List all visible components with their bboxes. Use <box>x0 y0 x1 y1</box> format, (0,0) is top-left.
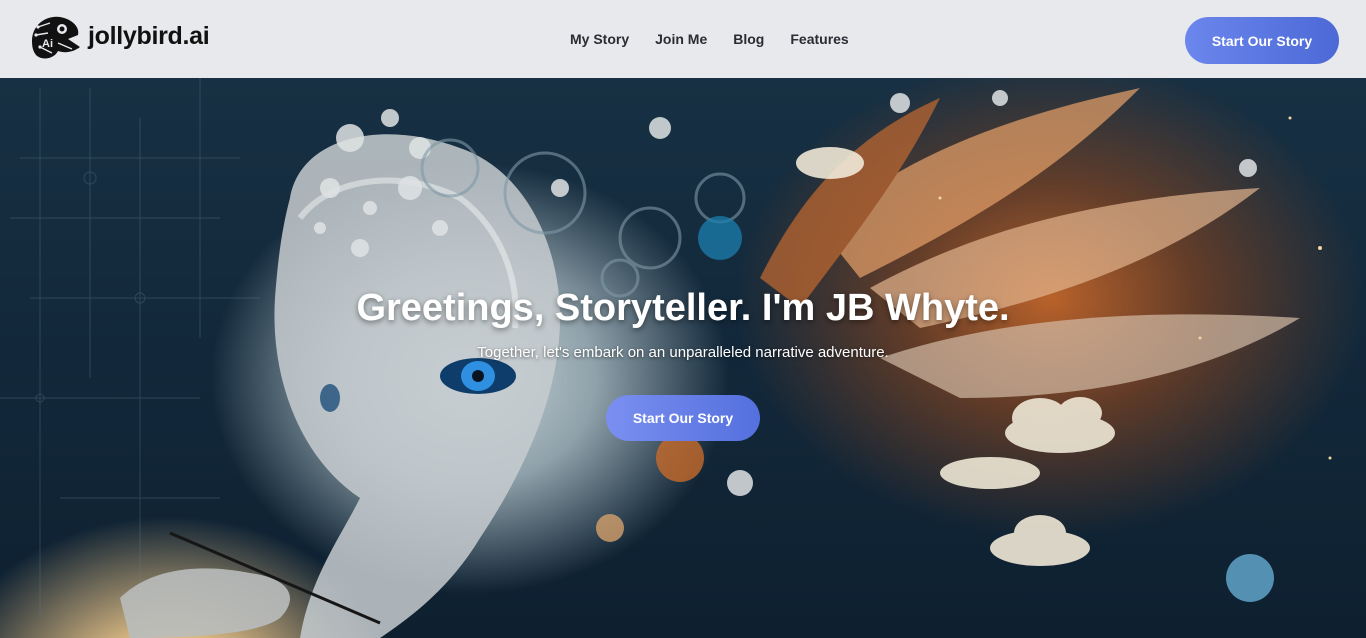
nav-link-blog[interactable]: Blog <box>733 31 764 47</box>
hero-title: Greetings, Storyteller. I'm JB Whyte. <box>356 287 1010 329</box>
nav-link-join-me[interactable]: Join Me <box>655 31 707 47</box>
main-nav: My Story Join Me Blog Features <box>570 31 875 47</box>
brand[interactable]: Ai jollybird.ai <box>28 13 210 63</box>
start-our-story-header-button[interactable]: Start Our Story <box>1185 17 1339 64</box>
start-our-story-hero-button[interactable]: Start Our Story <box>606 395 760 441</box>
svg-text:Ai: Ai <box>42 38 53 50</box>
top-navigation-bar: Ai jollybird.ai My Story Join Me Blog Fe… <box>0 0 1366 78</box>
hero-subtitle: Together, let's embark on an unparallele… <box>477 344 889 361</box>
hero-section: Greetings, Storyteller. I'm JB Whyte. To… <box>0 78 1366 638</box>
nav-link-features[interactable]: Features <box>790 31 848 47</box>
brand-name: jollybird.ai <box>88 21 210 50</box>
nav-link-my-story[interactable]: My Story <box>570 31 629 47</box>
jollybird-logo-icon: Ai <box>32 16 80 59</box>
